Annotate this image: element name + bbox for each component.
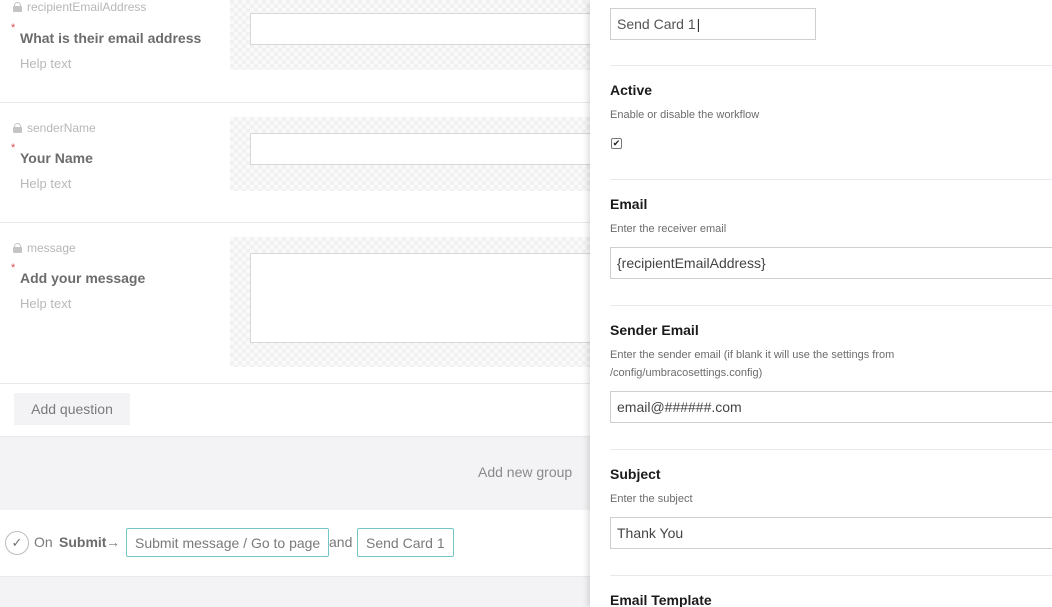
subject-title: Subject [610,466,661,482]
question-row[interactable]: senderName * Your Name Help text [0,103,590,223]
subject-field[interactable]: Thank You [610,517,1052,549]
lock-icon [13,243,22,253]
email-template-title: Email Template [610,592,712,607]
required-marker: * [11,22,16,34]
question-help-text: Help text [20,56,72,71]
email-description: Enter the receiver email [610,223,727,235]
sender-email-field[interactable]: email@######.com [610,391,1052,423]
lock-icon [13,2,22,12]
question-label: What is their email address [20,30,202,46]
arrow-right-icon: → [106,534,120,550]
active-checkbox[interactable]: ✔ [611,138,622,149]
add-question-button[interactable]: Add question [14,393,130,425]
field-preview [230,237,590,367]
add-new-group-link[interactable]: Add new group [478,464,572,480]
check-circle-icon[interactable]: ✓ [5,531,29,555]
divider [610,179,1052,180]
question-alias: senderName [13,121,96,135]
question-label: Add your message [20,270,146,286]
active-title: Active [610,82,653,98]
question-row[interactable]: recipientEmailAddress * What is their em… [0,0,590,103]
email-field[interactable]: {recipientEmailAddress} [610,247,1052,279]
question-alias: message [13,241,76,255]
required-marker: * [11,142,16,154]
workflow-bar: ✓ On Submit → Submit message / Go to pag… [0,510,590,577]
workflow-event-label: Submit [59,534,107,550]
field-preview [230,117,590,191]
divider [610,305,1052,306]
lock-icon [13,123,22,133]
preview-text-input [250,13,590,45]
workflow-on-label: On [34,534,53,550]
field-preview [230,0,590,70]
text-cursor: | [696,16,701,32]
preview-textarea [250,253,590,343]
active-description: Enable or disable the workflow [610,109,760,121]
question-alias: recipientEmailAddress [13,0,146,14]
question-help-text: Help text [20,296,72,311]
workflow-chip-submit-message[interactable]: Submit message / Go to page [126,528,330,557]
email-title: Email [610,196,648,212]
workflow-name-input[interactable]: Send Card 1 | [610,8,816,40]
sender-email-description: Enter the sender email (if blank it will… [610,349,895,379]
question-row[interactable]: message * Add your message Help text [0,223,590,384]
workflow-chip-send-card[interactable]: Send Card 1 [357,528,454,557]
sender-email-title: Sender Email [610,322,699,338]
preview-text-input [250,133,590,165]
subject-description: Enter the subject [610,493,693,505]
workflow-settings-panel: Send Card 1 | Active Enable or disable th… [590,0,1052,607]
form-designer: recipientEmailAddress * What is their em… [0,0,590,607]
question-help-text: Help text [20,176,72,191]
divider [610,575,1052,576]
required-marker: * [11,262,16,274]
workflow-and-label: and [329,534,353,550]
question-label: Your Name [20,150,93,166]
divider [610,65,1052,66]
divider [610,449,1052,450]
